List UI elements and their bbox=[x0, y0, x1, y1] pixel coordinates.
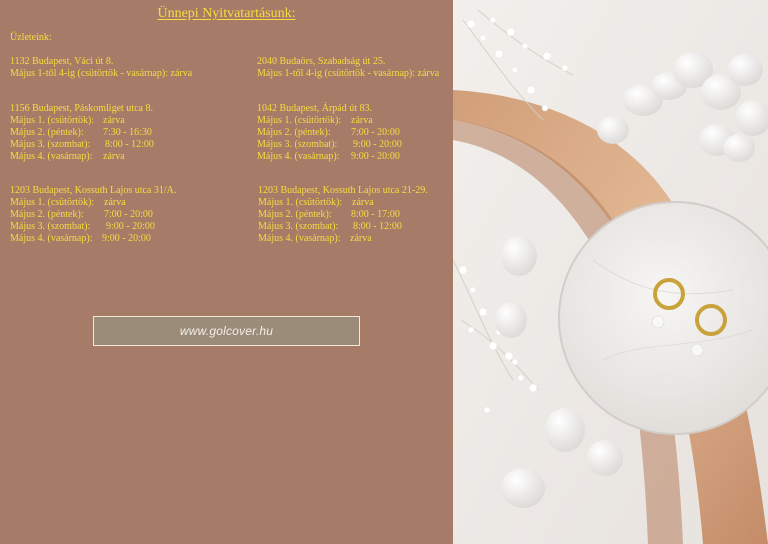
product-photo-illustration bbox=[453, 0, 768, 544]
store-address: 1156 Budapest, Páskomliget utca 8. bbox=[10, 103, 153, 114]
hours-value: 8:00 - 12:00 bbox=[353, 221, 402, 232]
store-address: 1042 Budapest, Árpád út 83. bbox=[257, 103, 372, 114]
store-block-arpad: 1042 Budapest, Árpád út 83. Május 1. (cs… bbox=[257, 103, 402, 163]
hours-value: zárva bbox=[104, 197, 126, 208]
hours-line: Május 1. (csütörtök): zárva bbox=[258, 197, 428, 209]
hours-line: Május 4. (vasárnap): 9:00 - 20:00 bbox=[257, 151, 402, 163]
day-label: Május 3. (szombat): bbox=[258, 221, 339, 232]
store-block-paskomliget: 1156 Budapest, Páskomliget utca 8. Május… bbox=[10, 103, 154, 163]
hours-value: zárva bbox=[103, 115, 125, 126]
day-label: Május 3. (szombat): bbox=[10, 139, 91, 150]
hours-value: 9:00 - 20:00 bbox=[353, 139, 402, 150]
store-address: 2040 Budaörs, Szabadság út 25. bbox=[257, 56, 386, 67]
hours-line: Május 2. (péntek): 8:00 - 17:00 bbox=[258, 209, 428, 221]
hours-line: Május 4. (vasárnap): zárva bbox=[258, 233, 428, 245]
hours-value: 9:00 - 20:00 bbox=[102, 233, 151, 244]
day-label: Május 1. (csütörtök): bbox=[257, 115, 342, 126]
hours-line: Május 3. (szombat): 8:00 - 12:00 bbox=[258, 221, 428, 233]
hours-value: 7:00 - 20:00 bbox=[104, 209, 153, 220]
day-label: Május 4. (vasárnap): bbox=[10, 151, 93, 162]
hours-line: Május 4. (vasárnap): 9:00 - 20:00 bbox=[10, 233, 176, 245]
day-label: Május 1. (csütörtök): bbox=[258, 197, 343, 208]
hours-line: Május 1. (csütörtök): zárva bbox=[257, 115, 402, 127]
earrings-on-marble-photo bbox=[453, 0, 768, 544]
hours-value: 7:30 - 16:30 bbox=[103, 127, 152, 138]
hours-value: zárva bbox=[417, 68, 440, 79]
day-label: Május 2. (péntek): bbox=[10, 127, 84, 138]
website-link[interactable]: www.golcover.hu bbox=[93, 316, 360, 346]
hours-line: Május 1-től 4-ig (csütörtök - vasárnap):… bbox=[257, 68, 439, 80]
hours-line: Május 1-től 4-ig (csütörtök - vasárnap):… bbox=[10, 68, 192, 80]
hours-line: Május 4. (vasárnap): zárva bbox=[10, 151, 154, 163]
hours-panel: Ünnepi Nyitvatartásunk: Üzleteink: 1132 … bbox=[0, 0, 453, 544]
hours-value: 9:00 - 20:00 bbox=[351, 151, 400, 162]
hours-line: Május 3. (szombat): 8:00 - 12:00 bbox=[10, 139, 154, 151]
hours-value: zárva bbox=[350, 233, 372, 244]
store-block-kossuth-21-29: 1203 Budapest, Kossuth Lajos utca 21-29.… bbox=[258, 185, 428, 245]
day-label: Május 1-től 4-ig (csütörtök - vasárnap): bbox=[10, 68, 169, 79]
store-address: 1203 Budapest, Kossuth Lajos utca 21-29. bbox=[258, 185, 428, 196]
day-label: Május 4. (vasárnap): bbox=[10, 233, 93, 244]
day-label: Május 2. (péntek): bbox=[257, 127, 331, 138]
hours-value: zárva bbox=[170, 68, 193, 79]
day-label: Május 3. (szombat): bbox=[10, 221, 91, 232]
stores-heading: Üzleteink: bbox=[10, 32, 52, 43]
hours-line: Május 3. (szombat): 9:00 - 20:00 bbox=[257, 139, 402, 151]
day-label: Május 1-től 4-ig (csütörtök - vasárnap): bbox=[257, 68, 416, 79]
day-label: Május 1. (csütörtök): bbox=[10, 197, 95, 208]
hours-line: Május 2. (péntek): 7:00 - 20:00 bbox=[257, 127, 402, 139]
day-label: Május 3. (szombat): bbox=[257, 139, 338, 150]
hours-value: zárva bbox=[351, 115, 373, 126]
store-block-kossuth-31a: 1203 Budapest, Kossuth Lajos utca 31/A. … bbox=[10, 185, 176, 245]
store-address: 1203 Budapest, Kossuth Lajos utca 31/A. bbox=[10, 185, 177, 196]
store-address: 1132 Budapest, Váci út 8. bbox=[10, 56, 114, 67]
hours-line: Május 1. (csütörtök): zárva bbox=[10, 115, 154, 127]
hours-value: 7:00 - 20:00 bbox=[351, 127, 400, 138]
day-label: Május 1. (csütörtök): bbox=[10, 115, 95, 126]
store-block-vaci: 1132 Budapest, Váci út 8. Május 1-től 4-… bbox=[10, 56, 192, 80]
day-label: Május 2. (péntek): bbox=[10, 209, 84, 220]
hours-value: 8:00 - 17:00 bbox=[351, 209, 400, 220]
hours-value: 8:00 - 12:00 bbox=[105, 139, 154, 150]
page-title: Ünnepi Nyitvatartásunk: bbox=[157, 6, 296, 21]
hours-line: Május 3. (szombat): 9:00 - 20:00 bbox=[10, 221, 176, 233]
hours-line: Május 2. (péntek): 7:00 - 20:00 bbox=[10, 209, 176, 221]
day-label: Május 4. (vasárnap): bbox=[257, 151, 340, 162]
hours-value: zárva bbox=[103, 151, 125, 162]
hours-value: zárva bbox=[352, 197, 374, 208]
day-label: Május 2. (péntek): bbox=[258, 209, 332, 220]
store-block-budaors: 2040 Budaörs, Szabadság út 25. Május 1-t… bbox=[257, 56, 439, 80]
day-label: Május 4. (vasárnap): bbox=[258, 233, 341, 244]
hours-line: Május 2. (péntek): 7:30 - 16:30 bbox=[10, 127, 154, 139]
hours-line: Május 1. (csütörtök): zárva bbox=[10, 197, 176, 209]
hours-value: 9:00 - 20:00 bbox=[106, 221, 155, 232]
